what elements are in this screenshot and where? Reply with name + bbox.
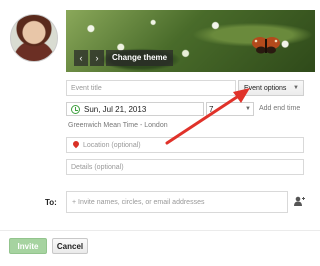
theme-banner: ‹ › Change theme [66,10,315,72]
clock-icon [71,104,80,114]
add-end-time-link[interactable]: Add end time [259,105,300,112]
change-theme-button[interactable]: Change theme [106,50,174,66]
chevron-down-icon: ▼ [245,106,251,112]
cancel-button[interactable]: Cancel [52,238,88,254]
invite-input[interactable]: + Invite names, circles, or email addres… [66,191,288,213]
chevron-down-icon: ▼ [293,85,299,91]
add-person-icon[interactable] [293,196,305,206]
invite-button[interactable]: Invite [9,238,47,254]
details-input[interactable]: Details (optional) [66,159,304,175]
details-placeholder: Details (optional) [71,163,124,171]
timezone-label: Greenwich Mean Time - London [68,122,168,129]
map-pin-icon [73,141,79,149]
start-time-field[interactable]: 7 ▼ [206,102,254,116]
start-time-value: 7 [209,104,214,114]
start-date-value: Sun, Jul 21, 2013 [84,104,147,114]
event-options-button[interactable]: Event options ▼ [238,80,304,96]
event-title-placeholder: Event title [71,84,102,92]
event-title-input[interactable]: Event title [66,80,236,96]
location-input[interactable]: Location (optional) [66,137,304,153]
prev-theme-button[interactable]: ‹ [74,50,88,66]
avatar [10,14,58,62]
start-date-field[interactable]: Sun, Jul 21, 2013 [66,102,204,116]
next-theme-button[interactable]: › [90,50,104,66]
invite-placeholder: + Invite names, circles, or email addres… [72,198,205,206]
location-placeholder: Location (optional) [83,141,141,149]
footer-divider [0,230,320,231]
to-label: To: [45,198,57,207]
butterfly-image [252,37,280,54]
event-options-label: Event options [244,84,287,92]
